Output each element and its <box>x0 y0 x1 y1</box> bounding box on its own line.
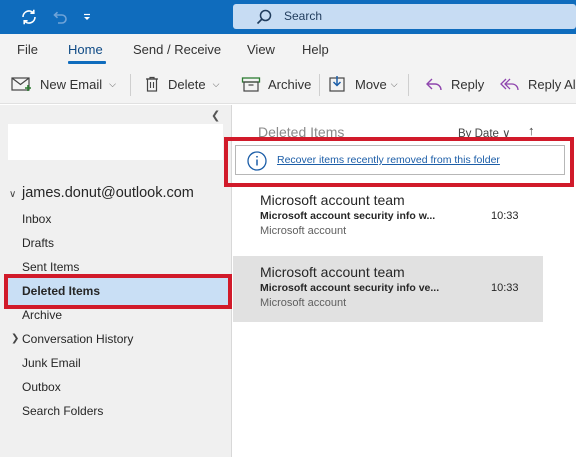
folder-junk-email[interactable]: Junk Email <box>22 356 81 370</box>
outlook-window: Search File Home Send / Receive View Hel… <box>0 0 576 457</box>
collapse-pane-icon[interactable]: ❮ <box>211 109 220 122</box>
folder-conversation-history[interactable]: Conversation History <box>22 332 133 346</box>
delete-button[interactable]: Delete ⌵ <box>143 64 219 104</box>
folder-drafts[interactable]: Drafts <box>22 236 54 250</box>
sort-dropdown[interactable]: By Date ∨ <box>458 126 511 140</box>
reply-icon <box>426 78 442 91</box>
message-item-selected[interactable]: Microsoft account team Microsoft account… <box>233 256 543 322</box>
message-item[interactable]: Microsoft account team Microsoft account… <box>233 190 543 256</box>
chevron-right-icon[interactable]: ❯ <box>11 333 19 344</box>
message-sender: Microsoft account team <box>260 264 405 280</box>
toolbar-divider <box>130 74 131 96</box>
reply-label: Reply <box>451 76 485 92</box>
message-time: 10:33 <box>491 210 519 222</box>
message-sender: Microsoft account team <box>260 192 405 208</box>
move-button[interactable]: Move ⌵ <box>328 64 398 104</box>
sort-direction-icon[interactable]: ↑ <box>528 123 535 138</box>
folder-sent-items[interactable]: Sent Items <box>22 260 79 274</box>
move-label: Move <box>355 76 387 92</box>
reply-all-button[interactable]: Reply Al <box>499 64 576 104</box>
chevron-down-icon[interactable]: ⌵ <box>391 79 398 90</box>
recover-items-bar: Recover items recently removed from this… <box>235 145 565 175</box>
info-icon <box>247 151 267 171</box>
account-email: james.donut@outlook.com <box>22 185 194 201</box>
tab-send-receive[interactable]: Send / Receive <box>133 42 221 57</box>
archive-icon <box>241 77 261 92</box>
message-time: 10:33 <box>491 282 519 294</box>
message-preview: Microsoft account <box>260 297 347 309</box>
undo-icon[interactable] <box>48 6 70 28</box>
account-node[interactable]: ∨ james.donut@outlook.com <box>9 185 194 201</box>
folder-inbox[interactable]: Inbox <box>22 212 51 226</box>
folder-deleted-items[interactable]: Deleted Items <box>22 284 100 298</box>
search-icon <box>256 9 272 25</box>
message-subject: Microsoft account security info w... <box>260 210 436 222</box>
search-placeholder: Search <box>284 9 323 23</box>
chevron-down-icon: ∨ <box>502 128 511 140</box>
reply-all-icon <box>500 78 519 91</box>
folder-archive[interactable]: Archive <box>22 308 62 322</box>
tab-home[interactable]: Home <box>68 42 103 57</box>
move-icon <box>329 76 345 92</box>
sync-icon[interactable] <box>18 6 40 28</box>
new-email-icon <box>11 77 31 91</box>
favorites-area <box>8 124 223 160</box>
message-preview: Microsoft account <box>260 225 347 237</box>
new-email-label: New Email <box>40 76 103 92</box>
title-bar: Search <box>0 0 576 34</box>
folder-search-folders[interactable]: Search Folders <box>22 404 103 418</box>
delete-label: Delete <box>168 76 206 92</box>
sort-label: By Date <box>458 128 499 140</box>
ribbon-toolbar: New Email ⌵ Delete ⌵ Archive Move ⌵ Repl… <box>0 64 576 104</box>
tab-view[interactable]: View <box>247 42 275 57</box>
toolbar-divider <box>319 74 320 96</box>
recover-items-link[interactable]: Recover items recently removed from this… <box>277 154 500 166</box>
tab-help[interactable]: Help <box>302 42 329 57</box>
folder-outbox[interactable]: Outbox <box>22 380 61 394</box>
tab-file[interactable]: File <box>17 42 38 57</box>
archive-button[interactable]: Archive <box>241 64 311 104</box>
delete-icon <box>146 76 158 92</box>
toolbar-divider <box>408 74 409 96</box>
search-input[interactable]: Search <box>233 4 576 29</box>
message-subject: Microsoft account security info ve... <box>260 282 440 294</box>
folder-title: Deleted Items <box>258 124 345 140</box>
qat-dropdown-icon[interactable] <box>76 6 98 28</box>
reply-button[interactable]: Reply <box>424 64 484 104</box>
reply-all-label: Reply Al <box>528 76 576 92</box>
chevron-down-icon[interactable]: ⌵ <box>213 79 220 90</box>
archive-label: Archive <box>268 76 312 92</box>
chevron-down-icon[interactable]: ⌵ <box>109 79 116 90</box>
new-email-button[interactable]: New Email ⌵ <box>11 64 116 104</box>
chevron-down-icon[interactable]: ∨ <box>9 189 22 200</box>
